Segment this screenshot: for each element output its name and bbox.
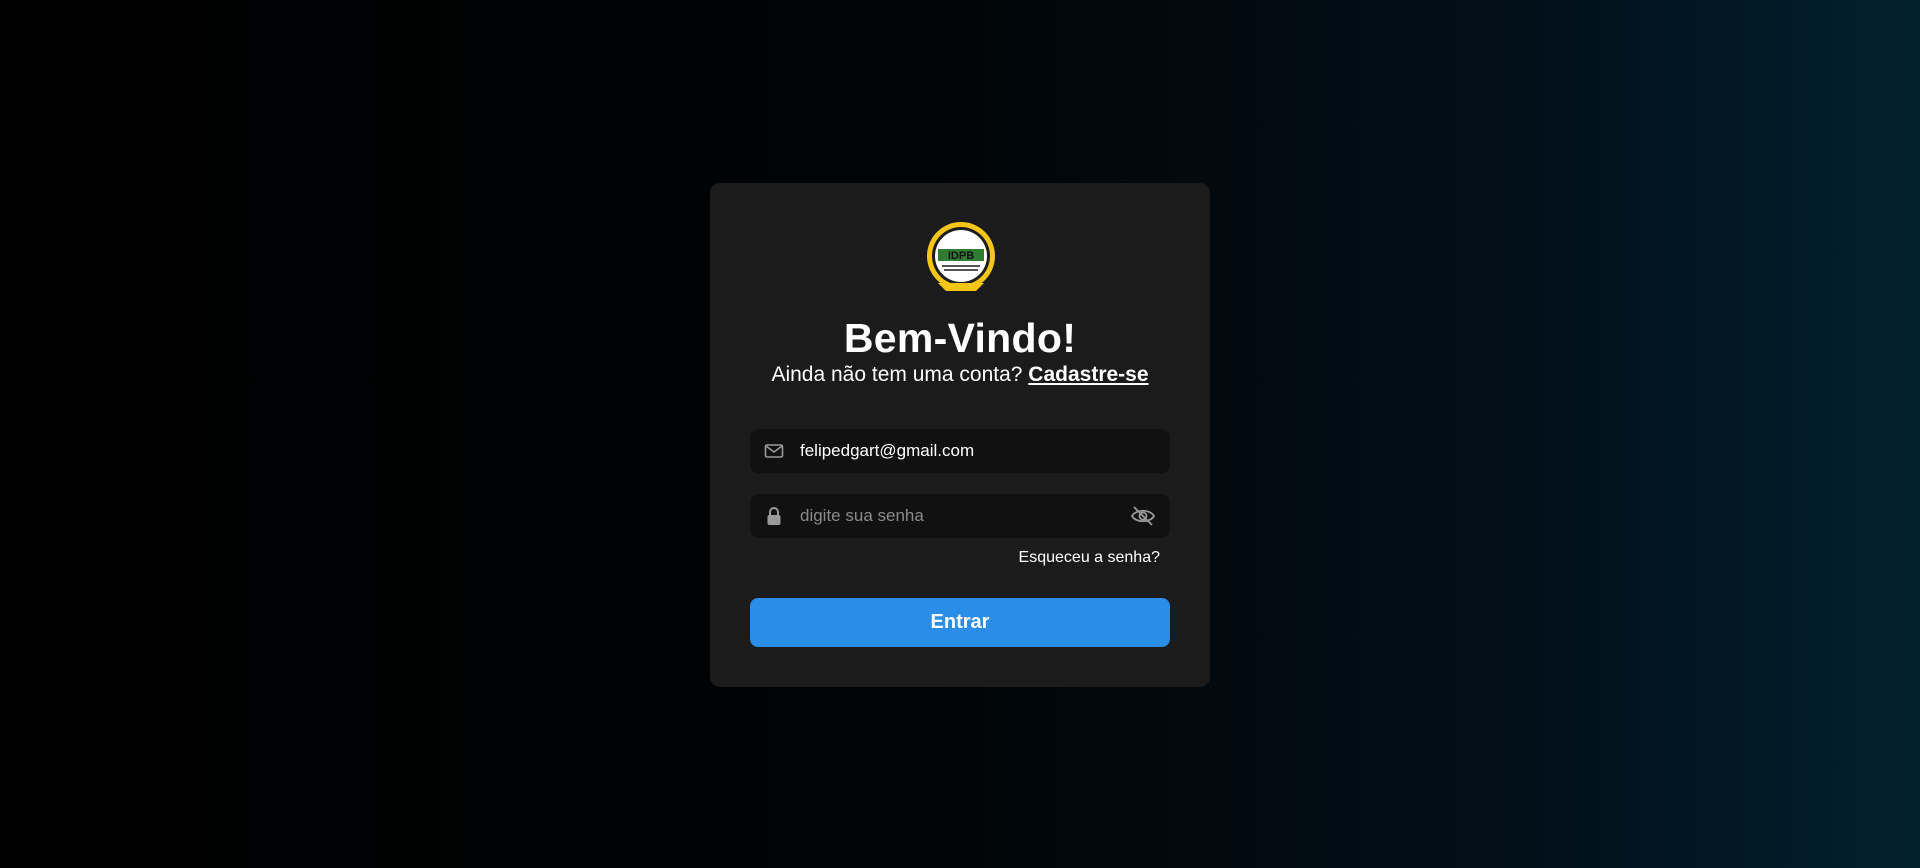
lock-icon [767,507,781,525]
signup-prompt-text: Ainda não tem uma conta? [771,363,1023,386]
password-field[interactable] [750,494,1170,538]
email-field[interactable] [750,429,1170,473]
eye-slash-icon[interactable] [1130,504,1156,528]
login-button[interactable]: Entrar [750,598,1170,647]
forgot-password-link[interactable]: Esqueceu a senha? [1019,549,1160,567]
logo-text: IDPB [948,250,974,262]
welcome-title: Bem-Vindo! [843,315,1077,361]
signup-prompt: Ainda não tem uma conta? Cadastre-se [710,363,1210,387]
password-input[interactable] [800,494,1110,538]
church-logo: IDPB [927,222,995,291]
signup-link[interactable]: Cadastre-se [1028,363,1148,386]
login-card: IDPB Bem-Vindo! Ainda não tem uma conta?… [710,183,1210,687]
email-input[interactable] [800,429,1110,473]
envelope-icon [764,444,784,458]
